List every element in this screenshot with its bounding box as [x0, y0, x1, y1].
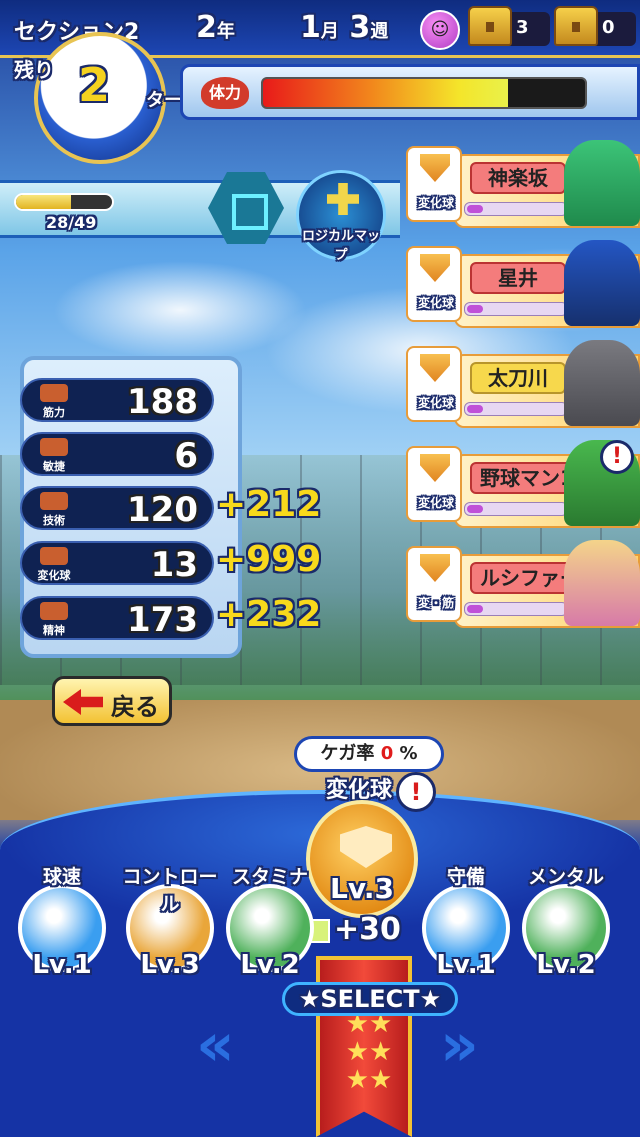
practice-option[interactable]: コントロール Lv.3 [122, 866, 218, 990]
shoe-icon: 敏捷 [26, 436, 82, 473]
teammate-card[interactable]: 野球マン1号 変化球! [406, 440, 640, 532]
teammate-card[interactable]: 太刀川変化球 [406, 340, 640, 432]
practice-title: コントロール [122, 866, 218, 915]
teammate-name: 神楽坂 [470, 162, 566, 194]
stat-row: 敏捷 6 [20, 432, 214, 476]
teammate-name: 星井 [470, 262, 566, 294]
stamina-bar [261, 77, 587, 109]
practice-tag: 変化球 [406, 346, 462, 422]
breaking-ball-icon [340, 826, 392, 868]
back-arrow-icon [63, 689, 103, 715]
practice-tag-label: 変化球 [417, 296, 454, 310]
practice-tag: 変化球 [406, 246, 462, 322]
chevron-right-icon: » [440, 1010, 479, 1080]
stat-row: 変化球 13 [20, 541, 214, 585]
breaking-ball-icon: 変化球 [26, 545, 82, 582]
stat-value: 173 [127, 600, 198, 640]
practice-level: Lv.2 [240, 950, 300, 980]
practice-tag-label: 変・筋 [417, 596, 454, 610]
practice-option[interactable]: 守備 Lv.1 [418, 866, 514, 990]
teammate-name: 太刀川 [470, 362, 566, 394]
stat-bonus: +212 [216, 484, 322, 525]
stat-value: 6 [174, 436, 198, 476]
back-button[interactable]: 戻る [52, 676, 172, 726]
friendship-bar [464, 202, 568, 216]
practice-option[interactable]: スタミナ Lv.2 [222, 866, 318, 990]
practice-level: Lv.1 [32, 950, 92, 980]
friendship-bar [464, 302, 568, 316]
practice-level: Lv.3 [330, 872, 394, 905]
year-display: 2年 [196, 10, 235, 45]
progress-text: 28/49 [46, 213, 97, 232]
stat-value: 188 [127, 382, 198, 422]
silver-chest-counter[interactable]: 0 [554, 6, 636, 46]
map-cross-icon [327, 183, 359, 215]
practice-option[interactable]: 球速 Lv.1 [14, 866, 110, 990]
logical-map-button[interactable]: ロジカルマップ [296, 170, 386, 263]
practice-title: メンタル [527, 866, 604, 888]
stat-row: 筋力 188 [20, 378, 214, 422]
progress-bar [14, 193, 114, 211]
teammate-portrait [564, 140, 640, 226]
stat-row: 精神 173 [20, 596, 214, 640]
stars-icon: ★★ ★★ ★★ [345, 1009, 393, 1095]
injury-rate-badge: ケガ率 0 % [294, 736, 444, 772]
stamina-label: 体力 [201, 77, 249, 109]
bat-icon: 技術 [26, 490, 82, 527]
teammate-portrait [564, 340, 640, 426]
practice-tag: 変・筋 [406, 546, 462, 622]
practice-tag-label: 変化球 [417, 396, 454, 410]
teammate-card[interactable]: ルシファー 変・筋 [406, 540, 640, 632]
practice-bonus: +30 [306, 912, 401, 947]
stamina-fill [263, 79, 508, 107]
stat-bonus: +232 [216, 594, 322, 635]
remaining-label: 残り [14, 58, 54, 82]
teammate-portrait [564, 240, 640, 326]
teammate-card[interactable]: 星井変化球 [406, 240, 640, 332]
practice-title: 守備 [446, 866, 485, 888]
progress-fill [16, 195, 71, 209]
practice-tag-label: 変化球 [417, 496, 454, 510]
stat-value: 120 [127, 490, 198, 530]
select-label: ★SELECT★ [282, 982, 458, 1016]
practice-tag-label: 変化球 [417, 196, 454, 210]
stat-row: 技術 120 [20, 486, 214, 530]
practice-level: Lv.3 [140, 950, 200, 980]
turn-number: 2 [78, 58, 111, 112]
practice-tag: 変化球 [406, 446, 462, 522]
mood-icon[interactable]: ☺ [420, 10, 460, 50]
practice-tag: 変化球 [406, 146, 462, 222]
practice-level: Lv.1 [436, 950, 496, 980]
practice-title: スタミナ [231, 866, 308, 888]
spirit-icon: 精神 [26, 600, 82, 637]
alert-icon: ! [396, 772, 436, 812]
alert-icon: ! [600, 440, 634, 474]
logical-map-label: ロジカルマップ [301, 229, 380, 263]
practice-option[interactable]: メンタル Lv.2 [518, 866, 614, 990]
date-display: 1月 3週 [300, 10, 389, 45]
stat-value: 13 [150, 545, 198, 585]
practice-option-breaking-ball[interactable]: Lv.3 [306, 800, 418, 918]
gold-chest-counter[interactable]: 3 [468, 6, 550, 46]
teammate-card[interactable]: 神楽坂変化球 [406, 140, 640, 232]
muscle-icon: 筋力 [26, 382, 82, 419]
friendship-bar [464, 602, 568, 616]
friendship-bar [464, 402, 568, 416]
stat-bonus: +999 [216, 539, 322, 580]
practice-level: Lv.2 [536, 950, 596, 980]
stamina-gauge: 体力 [180, 64, 640, 120]
practice-title: 球速 [42, 866, 81, 888]
friendship-bar [464, 502, 568, 516]
treasure-chest-icon [468, 6, 512, 46]
treasure-chest-icon [554, 6, 598, 46]
teammate-portrait [564, 540, 640, 626]
chevron-left-icon: « [196, 1010, 235, 1080]
